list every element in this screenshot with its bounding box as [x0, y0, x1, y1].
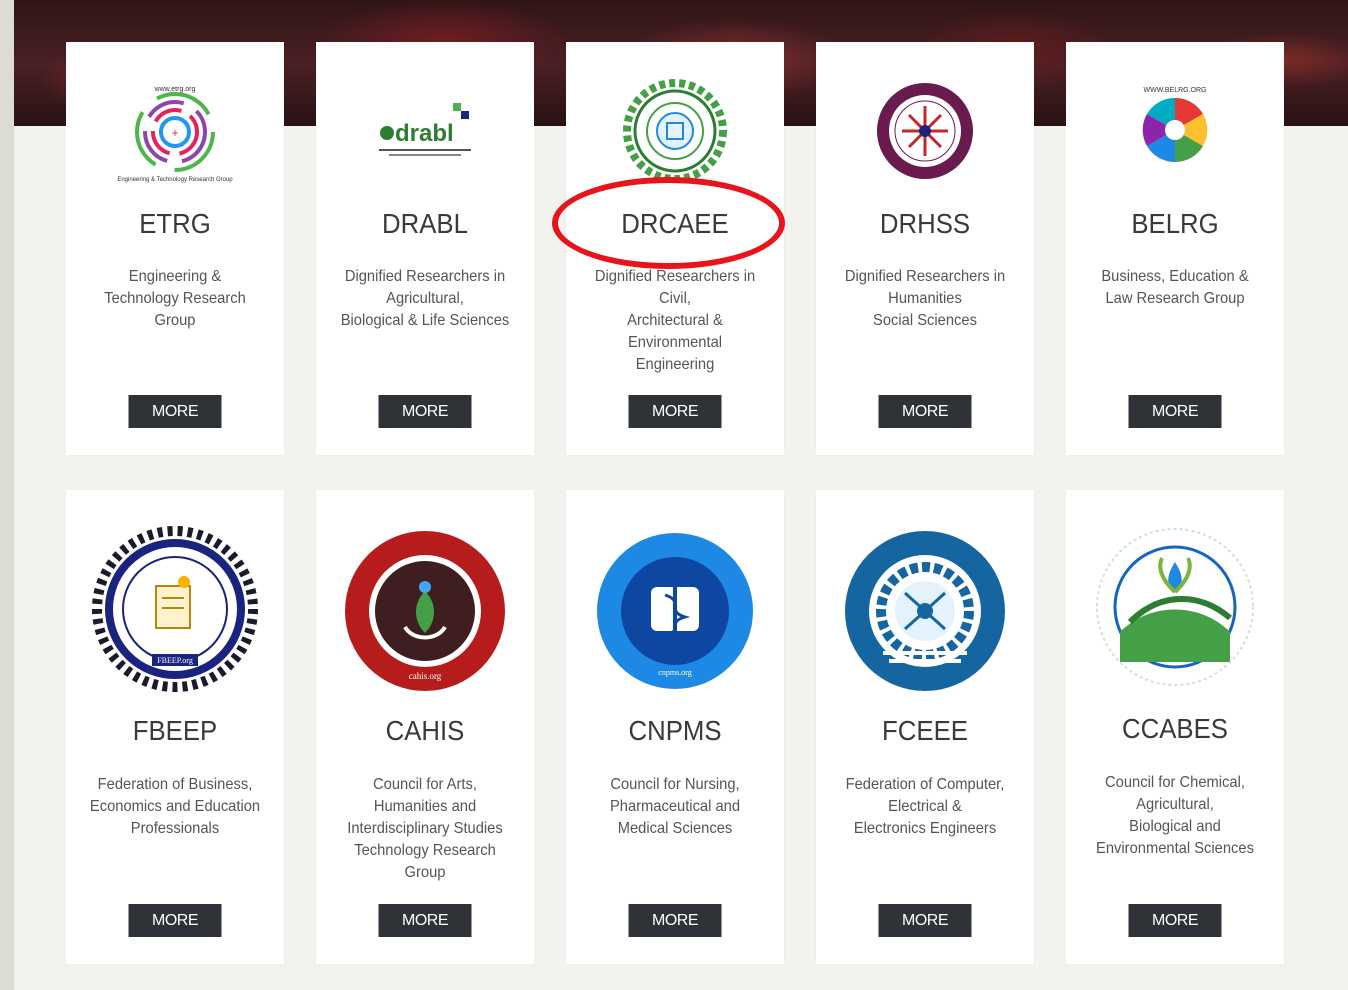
card-belrg: WWW.BELRG.ORG BELRG Business, Education …	[1066, 42, 1284, 455]
card-drabl: drabl DRABL Dignified Researchers in Agri…	[316, 42, 534, 455]
card-title: DRHSS	[879, 208, 971, 239]
cnpms-logo-url: cnpms.org	[658, 668, 691, 677]
card-drhss: DRHSS Dignified Researchers in Humanities…	[816, 42, 1034, 455]
card-description: Business, Education & Law Research Group	[1101, 268, 1249, 307]
card-description: Federation of Business, Economics and Edu…	[89, 776, 261, 837]
card-description: Dignified Researchers in Civil, Architectu…	[594, 268, 756, 373]
cahis-logo: cahis.org	[316, 528, 534, 694]
more-button[interactable]: MORE	[628, 395, 722, 428]
more-button[interactable]: MORE	[878, 904, 972, 937]
more-button[interactable]: MORE	[878, 395, 972, 428]
drabl-logo-text: drabl	[395, 120, 454, 147]
card-etrg: + www.etrg.org Engineering & Technology …	[66, 42, 284, 455]
more-button[interactable]: MORE	[378, 395, 472, 428]
cahis-logo-url: cahis.org	[409, 671, 442, 681]
card-drcaee: DRCAEE Dignified Researchers in Civil, Arc…	[566, 42, 784, 455]
drcaee-logo	[566, 76, 784, 186]
fceee-logo	[816, 528, 1034, 694]
card-fbeep: FBEEP.org FBEEP Federation of Business, E…	[66, 490, 284, 964]
ccabes-logo	[1066, 522, 1284, 692]
belrg-logo: WWW.BELRG.ORG	[1066, 72, 1284, 188]
card-description: Dignified Researchers in Agricultural, Bio…	[340, 268, 510, 329]
card-title: DRABL	[382, 208, 468, 239]
card-title: ETRG	[139, 208, 211, 239]
card-title: CNPMS	[628, 715, 722, 746]
card-description: Council for Nursing, Pharmaceutical and Me…	[609, 776, 741, 837]
more-button[interactable]: MORE	[378, 904, 472, 937]
more-button[interactable]: MORE	[128, 395, 222, 428]
more-button[interactable]: MORE	[128, 904, 222, 937]
card-title: BELRG	[1131, 208, 1219, 239]
etrg-logo-url: www.etrg.org	[154, 86, 196, 93]
card-fceee: FCEEE Federation of Computer, Electrical …	[816, 490, 1034, 964]
fbeep-logo-url: FBEEP.org	[157, 656, 193, 665]
drhss-logo	[816, 78, 1034, 184]
card-description: Engineering & Technology Research Group	[104, 268, 246, 329]
fbeep-logo: FBEEP.org	[66, 524, 284, 694]
card-cahis: cahis.org CAHIS Council for Arts, Humanit…	[316, 490, 534, 964]
cnpms-logo: cnpms.org	[566, 528, 784, 694]
card-title: CCABES	[1122, 713, 1228, 744]
card-title: FCEEE	[882, 715, 968, 746]
card-description: Council for Chemical, Agricultural, Biolog…	[1096, 774, 1254, 857]
card-description: Dignified Researchers in Humanities Social…	[844, 268, 1006, 329]
card-ccabes: CCABES Council for Chemical, Agricultural…	[1066, 490, 1284, 964]
card-description: Federation of Computer, Electrical & Elect…	[845, 776, 1005, 837]
card-cnpms: cnpms.org CNPMS Council for Nursing, Phar…	[566, 490, 784, 964]
more-button[interactable]: MORE	[628, 904, 722, 937]
drabl-logo: drabl	[316, 82, 534, 182]
etrg-logo-caption: Engineering & Technology Research Group	[117, 177, 233, 183]
card-title: DRCAEE	[621, 208, 729, 239]
card-title: CAHIS	[385, 715, 465, 746]
card-title: FBEEP	[132, 715, 218, 746]
card-description: Council for Arts, Humanities and Interdisc…	[347, 776, 503, 881]
etrg-logo: + www.etrg.org Engineering & Technology …	[66, 72, 284, 202]
belrg-logo-url: WWW.BELRG.ORG	[1144, 87, 1207, 94]
more-button[interactable]: MORE	[1128, 395, 1222, 428]
svg-text:+: +	[171, 126, 178, 140]
more-button[interactable]: MORE	[1128, 904, 1222, 937]
